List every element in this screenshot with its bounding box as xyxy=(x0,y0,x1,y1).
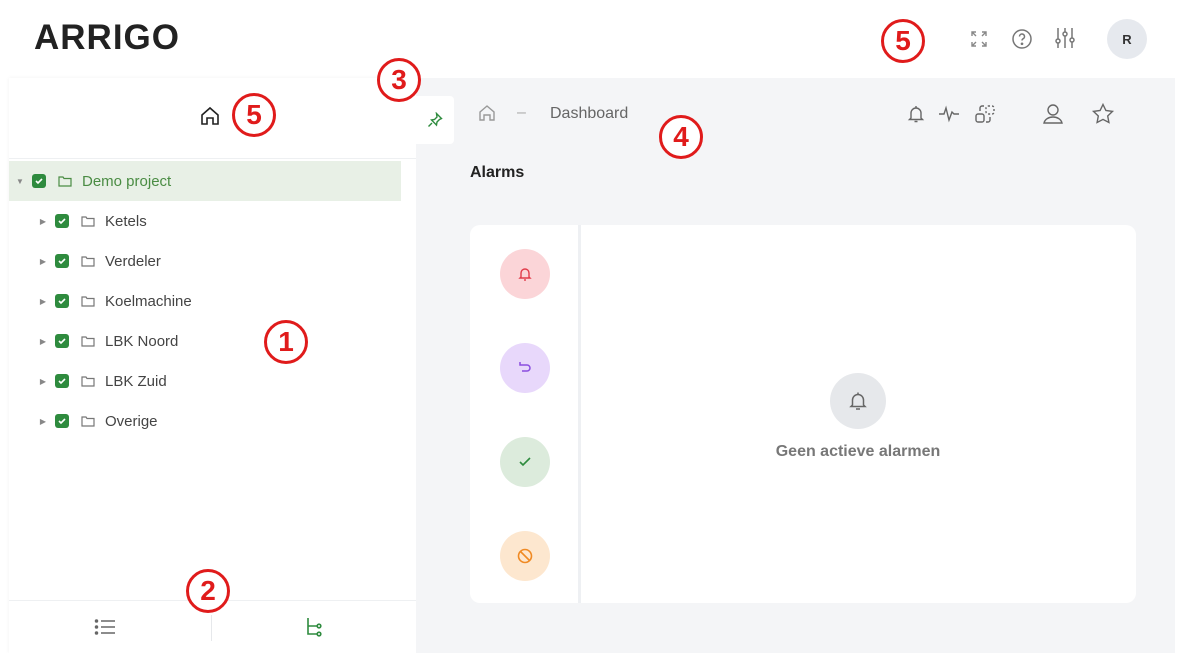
chevron-down-icon[interactable]: ▼ xyxy=(14,177,26,186)
checkbox[interactable] xyxy=(55,294,69,308)
tree-item-verdeler[interactable]: ▶ Verdeler xyxy=(37,241,161,281)
layers-icon[interactable] xyxy=(974,103,996,130)
help-icon[interactable] xyxy=(1011,28,1033,50)
tree-item-label: Ketels xyxy=(105,212,147,230)
tree-item-label: Overige xyxy=(105,412,158,430)
pin-icon[interactable] xyxy=(416,96,454,144)
tree-item-label: Verdeler xyxy=(105,252,161,270)
empty-state-text: Geen actieve alarmen xyxy=(775,443,941,460)
list-view-icon[interactable] xyxy=(94,618,116,641)
breadcrumb-home-icon[interactable] xyxy=(478,104,496,127)
checkbox[interactable] xyxy=(55,374,69,388)
breadcrumb-separator: – xyxy=(517,104,526,121)
folder-icon xyxy=(81,295,95,307)
folder-icon xyxy=(81,335,95,347)
user-icon[interactable] xyxy=(1041,102,1065,131)
fullscreen-icon[interactable] xyxy=(968,28,990,50)
folder-icon xyxy=(81,215,95,227)
tree-item-demo-project[interactable]: ▼ Demo project xyxy=(9,161,401,201)
empty-bell-icon xyxy=(830,373,886,429)
tree-item-ketels[interactable]: ▶ Ketels xyxy=(37,201,147,241)
sidebar: ▼ Demo project ▶ Ketels ▶ Verdeler ▶ Koe… xyxy=(9,78,416,653)
callout-5-topbar: 5 xyxy=(881,19,925,63)
alarm-state-column xyxy=(470,225,581,603)
alarm-returned-icon[interactable] xyxy=(500,343,550,393)
checkbox[interactable] xyxy=(32,174,46,188)
tree-item-label: Demo project xyxy=(82,172,172,190)
tree-item-overige[interactable]: ▶ Overige xyxy=(37,401,158,441)
alarm-active-icon[interactable] xyxy=(500,249,550,299)
tree-item-label: Koelmachine xyxy=(105,292,192,310)
alarm-blocked-icon[interactable] xyxy=(500,531,550,581)
chevron-right-icon[interactable]: ▶ xyxy=(37,217,49,226)
tree-item-label: LBK Zuid xyxy=(105,372,167,390)
pulse-icon[interactable] xyxy=(938,104,960,129)
alarm-acknowledged-icon[interactable] xyxy=(500,437,550,487)
star-icon[interactable] xyxy=(1091,102,1115,131)
chevron-right-icon[interactable]: ▶ xyxy=(37,377,49,386)
settings-sliders-icon[interactable] xyxy=(1054,27,1076,49)
user-avatar[interactable]: R xyxy=(1107,19,1147,59)
tree-item-koelmachine[interactable]: ▶ Koelmachine xyxy=(37,281,192,321)
bell-icon[interactable] xyxy=(906,104,926,129)
tree-item-lbk-zuid[interactable]: ▶ LBK Zuid xyxy=(37,361,167,401)
chevron-right-icon[interactable]: ▶ xyxy=(37,257,49,266)
home-icon[interactable] xyxy=(199,105,221,132)
callout-1: 1 xyxy=(264,320,308,364)
chevron-right-icon[interactable]: ▶ xyxy=(37,337,49,346)
tree-view-icon[interactable] xyxy=(305,616,323,643)
callout-4: 4 xyxy=(659,115,703,159)
footer-divider xyxy=(211,615,212,641)
tree-item-lbk-noord[interactable]: ▶ LBK Noord xyxy=(37,321,178,361)
checkbox[interactable] xyxy=(55,334,69,348)
alarms-card xyxy=(470,225,1136,603)
tree-item-label: LBK Noord xyxy=(105,332,179,350)
folder-icon xyxy=(58,175,72,187)
checkbox[interactable] xyxy=(55,214,69,228)
chevron-right-icon[interactable]: ▶ xyxy=(37,297,49,306)
breadcrumb-current: Dashboard xyxy=(550,105,629,122)
app-logo: ARRIGO xyxy=(34,18,180,57)
callout-2: 2 xyxy=(186,569,230,613)
folder-icon xyxy=(81,255,95,267)
folder-icon xyxy=(81,415,95,427)
callout-5-sidebar: 5 xyxy=(232,93,276,137)
folder-icon xyxy=(81,375,95,387)
callout-3: 3 xyxy=(377,58,421,102)
sidebar-header xyxy=(9,78,416,159)
chevron-right-icon[interactable]: ▶ xyxy=(37,417,49,426)
checkbox[interactable] xyxy=(55,414,69,428)
section-title-alarms: Alarms xyxy=(470,164,525,181)
checkbox[interactable] xyxy=(55,254,69,268)
